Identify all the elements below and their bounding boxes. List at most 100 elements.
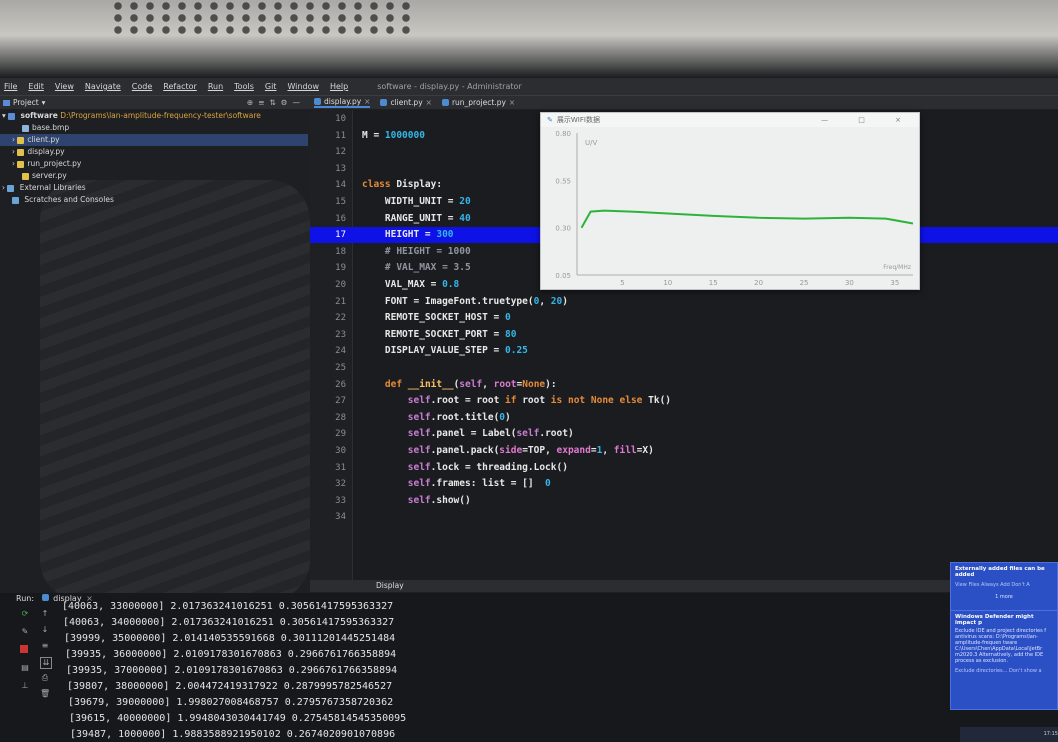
stop-icon[interactable] (20, 645, 28, 653)
rerun-icon[interactable]: ⟳ (20, 609, 30, 619)
project-toolbar-icons[interactable]: ⊕≡⇅⚙— (247, 98, 311, 107)
y-tick-label: 0.55 (555, 177, 571, 185)
file-icon (22, 124, 29, 132)
print-icon[interactable]: ⎙ (40, 673, 50, 683)
soft-wrap-icon[interactable]: ≡ (40, 641, 50, 651)
tree-item-label: server.py (32, 171, 67, 180)
x-tick-label: 25 (800, 279, 809, 287)
code-line[interactable]: FONT = ImageFont.truetype(0, 20) (362, 296, 568, 307)
menu-navigate[interactable]: Navigate (85, 82, 121, 91)
tab-display[interactable]: display.py × (314, 97, 371, 108)
line-number: 29 (335, 429, 346, 440)
breadcrumb-class[interactable]: Display (376, 581, 404, 590)
wrench-icon[interactable]: ✎ (20, 627, 30, 637)
layout-icon[interactable]: ▤ (20, 663, 30, 673)
line-number: 30 (335, 446, 346, 456)
tree-item-display-py[interactable]: › display.py (0, 146, 308, 158)
run-panel: Run: display × ⟳ ✎ ▤ ⊥ ↑ ↓ ≡ ⇊ ⎙ 🗑 [4006… (0, 593, 1058, 742)
notification-more[interactable]: 1 more (955, 594, 1053, 600)
menu-view[interactable]: View (55, 82, 74, 91)
y-axis-label: U/V (585, 139, 597, 147)
code-line[interactable]: self.panel.pack(side=TOP, expand=1, fill… (362, 445, 654, 456)
console-line: [39615, 40000000] 1.9948043030441749 0.2… (69, 713, 407, 724)
chart-window-titlebar[interactable]: ✎ 展示WIFI数据 — □ × (541, 113, 919, 127)
menu-refactor[interactable]: Refactor (163, 82, 197, 91)
code-line[interactable]: # HEIGHT = 1000 (362, 246, 471, 257)
window-title: software - display.py - Administrator (377, 82, 522, 91)
code-line[interactable]: # VAL_MAX = 3.5 (362, 262, 471, 273)
code-line[interactable]: def __init__(self, root=None): (362, 379, 557, 390)
tree-item-run-project-py[interactable]: › run_project.py (0, 158, 308, 170)
chart-window[interactable]: ✎ 展示WIFI数据 — □ × 0.80 0.55 0.30 0.05 5 10 15 20… (540, 112, 920, 290)
line-number: 28 (335, 412, 346, 423)
menu-window[interactable]: Window (287, 82, 319, 91)
tab-client[interactable]: client.py × (380, 98, 432, 107)
tree-root[interactable]: ▾ software D:\Programs\lan-amplitude-fre… (0, 110, 308, 122)
tab-label: run_project.py (451, 98, 506, 107)
project-view-selector[interactable]: Project (13, 98, 39, 107)
code-line[interactable]: self.root = root if root is not None els… (362, 395, 671, 406)
line-number: 13 (335, 163, 346, 174)
line-number: 16 (335, 213, 346, 224)
tree-item-label: client.py (27, 135, 60, 144)
line-number: 11 (335, 130, 346, 141)
window-controls[interactable]: — □ × (821, 116, 919, 124)
code-line[interactable]: self.lock = threading.Lock() (362, 462, 568, 473)
chevron-down-icon[interactable]: ▾ (42, 98, 46, 107)
menu-tools[interactable]: Tools (234, 82, 254, 91)
device-grille (110, 0, 410, 38)
up-arrow-icon[interactable]: ↑ (40, 609, 50, 619)
close-icon[interactable]: × (426, 98, 432, 107)
code-line[interactable]: HEIGHT = 300 (362, 229, 454, 240)
chevron-right-icon: › (2, 183, 5, 192)
pin-icon[interactable]: ⊥ (20, 681, 30, 691)
code-line[interactable]: DISPLAY_VALUE_STEP = 0.25 (362, 345, 528, 356)
line-number: 17 (335, 230, 346, 241)
menu-file[interactable]: File (4, 82, 17, 91)
code-line[interactable]: self.root.title(0) (362, 412, 511, 423)
tree-item-base-bmp[interactable]: base.bmp (0, 122, 308, 134)
tree-item-label: base.bmp (32, 123, 70, 132)
console-line: [40063, 33000000] 2.017363241016251 0.30… (62, 601, 394, 612)
tree-item-client-py[interactable]: › client.py (0, 134, 308, 146)
console-line: [39487, 1000000] 1.9883588921950102 0.26… (70, 729, 396, 740)
breadcrumb[interactable]: Display (310, 580, 1058, 592)
tree-external-libraries[interactable]: › External Libraries (0, 182, 308, 194)
python-file-icon (314, 98, 321, 105)
line-number: 23 (335, 329, 346, 340)
tree-scratches[interactable]: Scratches and Consoles (0, 194, 308, 206)
project-tree: ▾ software D:\Programs\lan-amplitude-fre… (0, 110, 310, 600)
tab-run-project[interactable]: run_project.py × (441, 98, 515, 107)
notification-defender[interactable]: Windows Defender might impact p Exclude … (950, 610, 1058, 710)
menu-edit[interactable]: Edit (28, 82, 44, 91)
notification-links[interactable]: View Files Always Add Don't A (955, 582, 1053, 588)
menu-help[interactable]: Help (330, 82, 348, 91)
close-icon[interactable]: × (364, 97, 370, 106)
line-number: 20 (335, 280, 346, 290)
notification-links[interactable]: Exclude directories... Don't show a (955, 668, 1053, 674)
folder-icon (8, 112, 16, 120)
menu-run[interactable]: Run (208, 82, 223, 91)
menu-code[interactable]: Code (132, 82, 152, 91)
code-line[interactable]: REMOTE_SOCKET_PORT = 80 (362, 329, 517, 340)
code-line[interactable]: M = 1000000 (362, 130, 425, 141)
code-line[interactable]: self.frames: list = [] 0 (362, 478, 551, 489)
chart-window-title: 展示WIFI数据 (556, 116, 600, 124)
code-line[interactable]: self.panel = Label(self.root) (362, 428, 574, 439)
code-line[interactable]: VAL_MAX = 0.8 (362, 279, 459, 290)
line-number: 21 (335, 296, 346, 307)
down-arrow-icon[interactable]: ↓ (40, 625, 50, 635)
line-number: 32 (335, 479, 346, 490)
notification-title: Externally added files can be added (955, 566, 1045, 578)
menu-git[interactable]: Git (265, 82, 277, 91)
code-line[interactable]: class Display: (362, 179, 442, 190)
code-line[interactable]: REMOTE_SOCKET_HOST = 0 (362, 312, 511, 323)
code-line[interactable]: self.show() (362, 495, 471, 506)
tree-item-server-py[interactable]: server.py (0, 170, 308, 182)
close-icon[interactable]: × (509, 98, 515, 107)
code-line[interactable]: WIDTH_UNIT = 20 (362, 196, 471, 207)
trash-icon[interactable]: 🗑 (40, 689, 50, 699)
code-line[interactable]: RANGE_UNIT = 40 (362, 213, 471, 224)
y-tick-label: 0.05 (555, 272, 571, 280)
scroll-to-end-icon[interactable]: ⇊ (40, 657, 52, 669)
